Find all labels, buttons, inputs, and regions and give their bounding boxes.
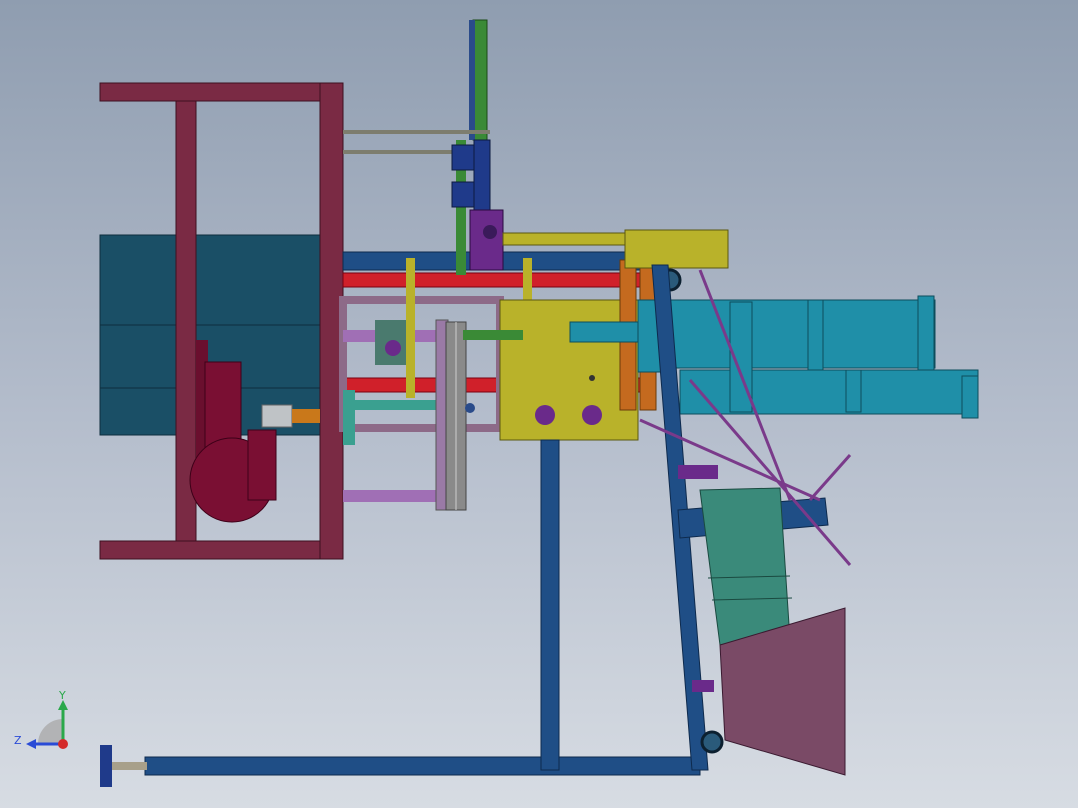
lower-bearing — [700, 730, 724, 754]
yellow-plate — [499, 299, 639, 441]
strut-bracket — [678, 465, 718, 479]
yellow-post-left — [406, 258, 415, 398]
coordinate-triad[interactable]: Y Z — [14, 689, 68, 749]
z-axis-arrow-icon — [26, 739, 36, 749]
conveyor-chute — [699, 487, 846, 776]
cad-viewport[interactable]: Y Z — [0, 0, 1078, 808]
purple-clamp — [469, 209, 504, 271]
leveling-foot — [100, 745, 147, 787]
y-axis-label: Y — [58, 689, 66, 702]
lower-bracket — [692, 680, 714, 692]
triad-quarter-arc — [38, 719, 63, 744]
x-axis-dot — [58, 739, 68, 749]
pulley-wheel — [435, 319, 475, 511]
z-axis-label: Z — [14, 734, 22, 747]
machine-assembly-drawing: Y Z — [14, 19, 979, 787]
green-shaft — [463, 330, 523, 340]
